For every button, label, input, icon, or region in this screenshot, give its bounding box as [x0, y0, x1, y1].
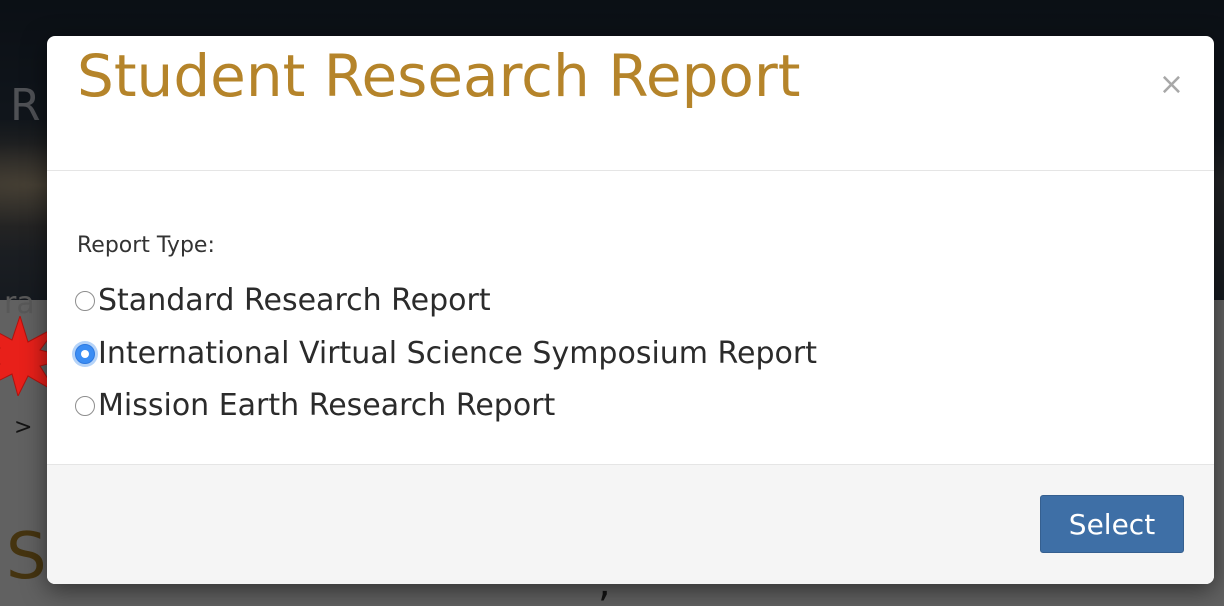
radio-ivss[interactable]: [75, 343, 95, 364]
student-research-report-modal: Student Research Report × Report Type: S…: [47, 36, 1214, 584]
radio-standard[interactable]: [75, 290, 95, 311]
radio-label-mission-earth: Mission Earth Research Report: [98, 388, 556, 423]
radio-option-standard[interactable]: Standard Research Report: [75, 283, 491, 318]
modal-body: Report Type: Standard Research Report In…: [47, 171, 1214, 463]
radio-mission-earth[interactable]: [75, 395, 95, 416]
select-button[interactable]: Select: [1040, 495, 1184, 553]
close-icon[interactable]: ×: [1159, 70, 1184, 100]
modal-title: Student Research Report: [77, 42, 801, 110]
radio-option-mission-earth[interactable]: Mission Earth Research Report: [75, 388, 555, 423]
report-type-label: Report Type:: [77, 233, 215, 258]
radio-label-ivss: International Virtual Science Symposium …: [98, 336, 818, 371]
radio-option-ivss[interactable]: International Virtual Science Symposium …: [75, 336, 817, 371]
modal-header: Student Research Report ×: [47, 36, 1214, 171]
modal-footer: Select: [47, 464, 1214, 584]
radio-label-standard: Standard Research Report: [98, 283, 491, 318]
